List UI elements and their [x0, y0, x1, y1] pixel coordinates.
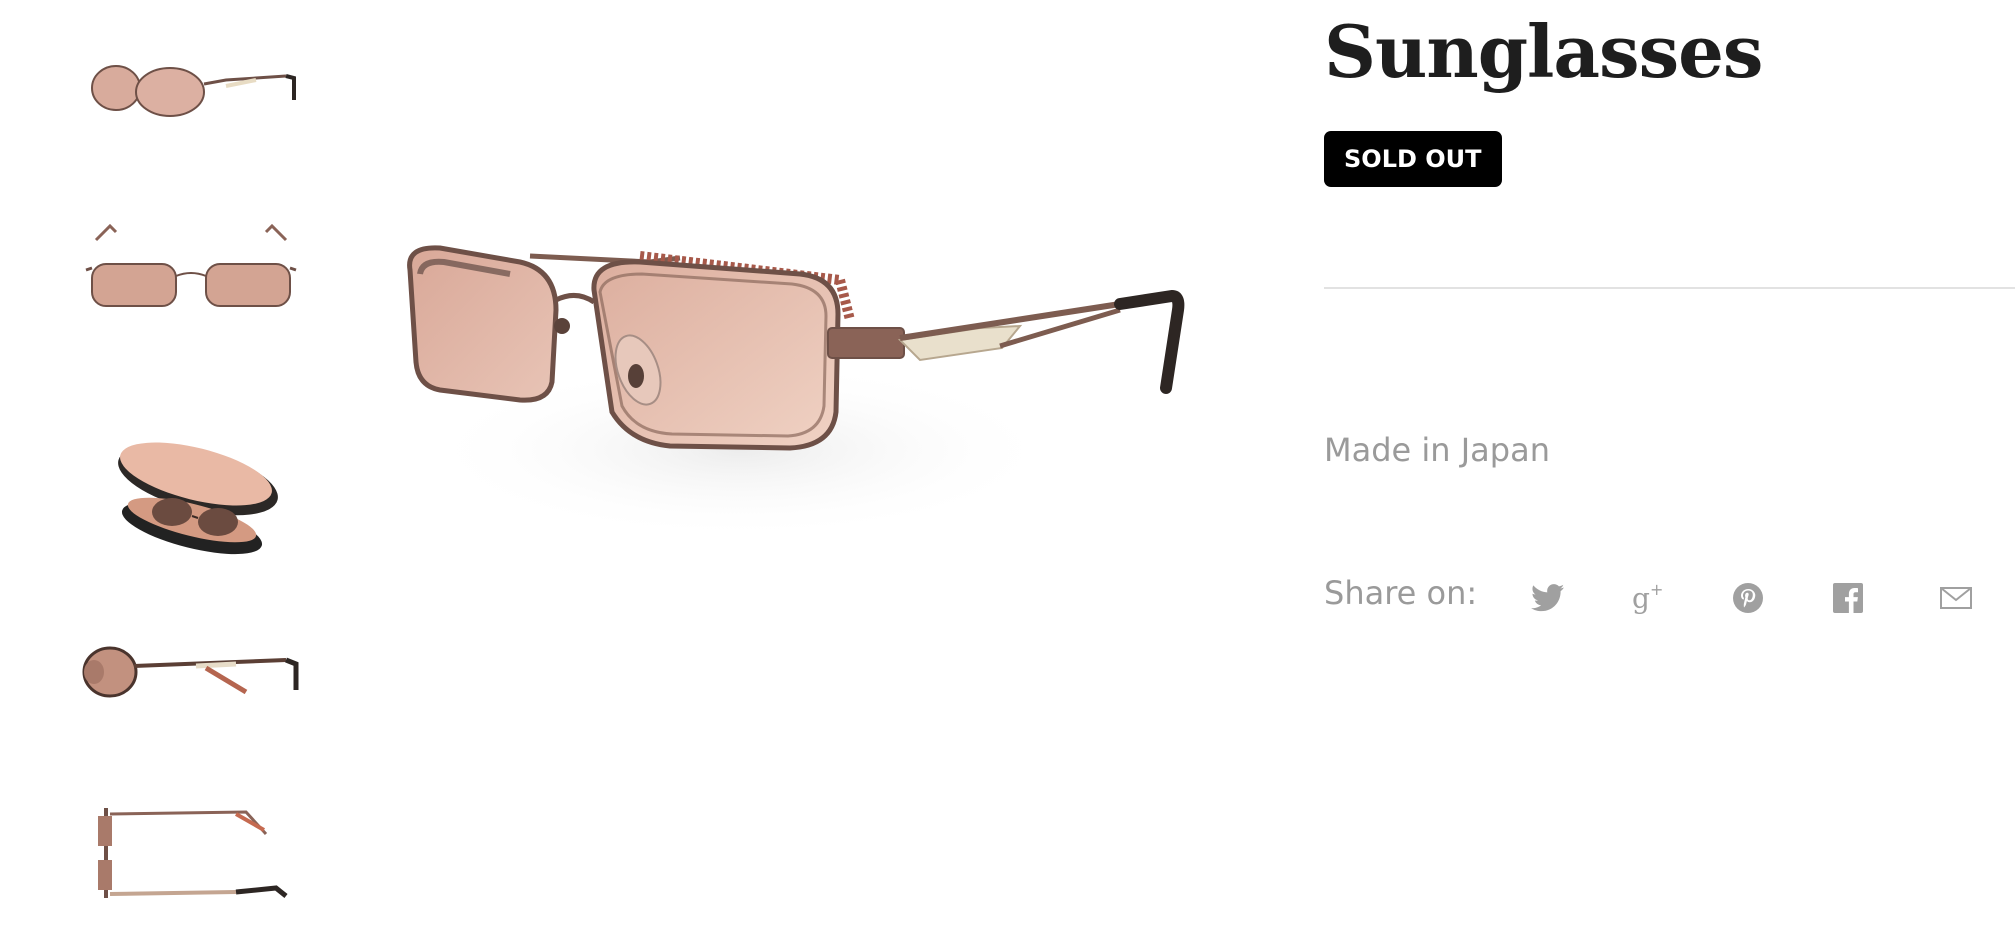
- svg-text:+: +: [1650, 580, 1663, 599]
- twitter-icon[interactable]: [1528, 578, 1568, 618]
- google-plus-icon[interactable]: g +: [1628, 578, 1668, 618]
- thumbnail-4[interactable]: [76, 582, 306, 752]
- sunglasses-side-thumbnail-image: [82, 646, 299, 698]
- email-icon[interactable]: [1936, 578, 1976, 618]
- share-label: Share on:: [1324, 574, 1478, 612]
- sunglasses-front-thumbnail-image: [85, 223, 297, 307]
- facebook-icon[interactable]: [1828, 578, 1868, 618]
- divider: [1324, 287, 2015, 289]
- sunglasses-main-image: [407, 245, 1185, 540]
- sold-out-badge: SOLD OUT: [1324, 131, 1502, 187]
- thumbnail-2[interactable]: [76, 196, 306, 366]
- sunglasses-angled-thumbnail-image: [91, 65, 296, 117]
- thumbnail-3[interactable]: [76, 388, 306, 558]
- thumbnail-5[interactable]: [76, 768, 306, 938]
- sunglasses-case-thumbnail-image: [118, 442, 278, 555]
- thumbnail-1[interactable]: [76, 0, 306, 170]
- pinterest-icon[interactable]: [1728, 578, 1768, 618]
- product-description: Made in Japan: [1324, 431, 1550, 469]
- sunglasses-folded-thumbnail-image: [98, 808, 288, 898]
- svg-text:g: g: [1632, 582, 1650, 615]
- main-product-image[interactable]: [380, 150, 1240, 650]
- product-title: Sunglasses: [1324, 9, 1763, 94]
